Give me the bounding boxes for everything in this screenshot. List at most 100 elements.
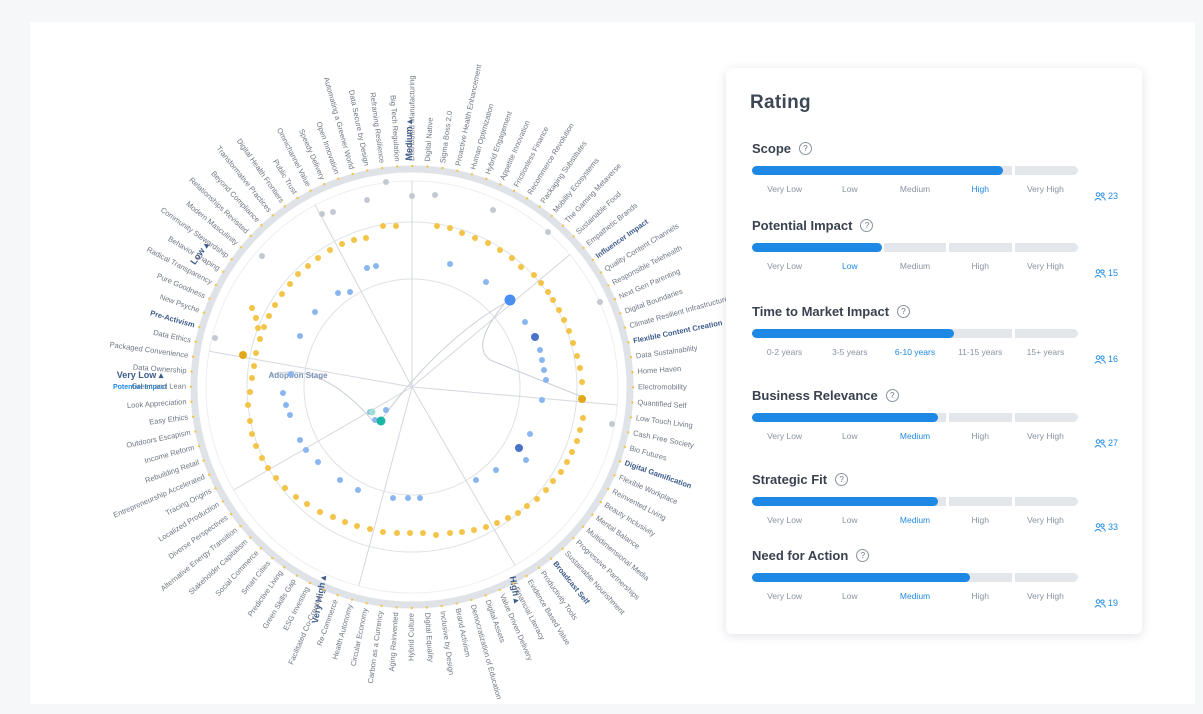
- trend-dot[interactable]: [434, 223, 440, 229]
- trend-dot[interactable]: [531, 272, 537, 278]
- trend-dot[interactable]: [247, 418, 253, 424]
- trend-dot[interactable]: [534, 496, 540, 502]
- trend-dot[interactable]: [380, 529, 386, 535]
- trend-dot[interactable]: [265, 465, 271, 471]
- trend-dot[interactable]: [212, 335, 218, 341]
- scale-label[interactable]: High: [948, 431, 1013, 441]
- scale-label[interactable]: Medium: [882, 184, 947, 194]
- help-icon[interactable]: ?: [897, 304, 911, 318]
- trend-dot[interactable]: [288, 371, 294, 377]
- scale-label[interactable]: 15+ years: [1013, 347, 1078, 357]
- trend-dot-highlight[interactable]: [531, 333, 539, 341]
- vote-count[interactable]: 33: [1094, 522, 1118, 532]
- trend-dot[interactable]: [330, 514, 336, 520]
- trend-dot[interactable]: [543, 377, 549, 383]
- trend-dot[interactable]: [373, 263, 379, 269]
- trend-dot[interactable]: [539, 397, 545, 403]
- trend-label[interactable]: Sigma Boss 2.0: [438, 110, 454, 163]
- trend-dot[interactable]: [303, 447, 309, 453]
- trend-dot[interactable]: [577, 365, 583, 371]
- trend-dot[interactable]: [459, 230, 465, 236]
- trend-dot[interactable]: [355, 487, 361, 493]
- trend-label[interactable]: Inclusive by Design: [438, 610, 456, 675]
- trend-label[interactable]: Carbon as a Currency: [366, 610, 385, 684]
- trend-label[interactable]: Home Haven: [637, 364, 681, 376]
- trend-dot[interactable]: [272, 302, 278, 308]
- trend-dot[interactable]: [538, 280, 544, 286]
- trend-label[interactable]: Quantified Self: [637, 398, 688, 410]
- trend-dot[interactable]: [363, 235, 369, 241]
- scale-label[interactable]: 0-2 years: [752, 347, 817, 357]
- trend-label[interactable]: Hybrid Culture: [407, 613, 416, 661]
- trend-dot[interactable]: [330, 209, 336, 215]
- trend-label[interactable]: Easy Ethics: [149, 412, 189, 426]
- trend-dot[interactable]: [297, 333, 303, 339]
- trend-dot[interactable]: [493, 467, 499, 473]
- scale-label[interactable]: Low: [817, 515, 882, 525]
- scale-label[interactable]: Medium: [882, 591, 947, 601]
- trend-dot[interactable]: [550, 478, 556, 484]
- trend-dot[interactable]: [317, 509, 323, 515]
- trend-dot[interactable]: [383, 407, 389, 413]
- scale-label[interactable]: 3-5 years: [817, 347, 882, 357]
- trend-dot[interactable]: [293, 494, 299, 500]
- trend-dot[interactable]: [574, 353, 580, 359]
- vote-count[interactable]: 19: [1094, 598, 1118, 608]
- trend-label[interactable]: Big Tech Regulation: [388, 95, 401, 162]
- scale-label[interactable]: Medium: [882, 431, 947, 441]
- trend-label[interactable]: Brand Activism: [454, 607, 473, 657]
- trend-label[interactable]: Low Touch Living: [635, 413, 693, 430]
- trend-dot[interactable]: [394, 530, 400, 536]
- scale-label[interactable]: Very Low: [752, 431, 817, 441]
- trend-dot[interactable]: [249, 431, 255, 437]
- trend-dot[interactable]: [409, 193, 415, 199]
- trend-dot[interactable]: [561, 317, 567, 323]
- trend-dot[interactable]: [295, 271, 301, 277]
- help-icon[interactable]: ?: [860, 218, 874, 232]
- trend-dot[interactable]: [523, 457, 529, 463]
- trend-label[interactable]: Distributed Manufacturing: [407, 75, 416, 160]
- trend-dot[interactable]: [364, 197, 370, 203]
- trend-label[interactable]: Green and Lean: [132, 382, 186, 391]
- trend-dot[interactable]: [545, 229, 551, 235]
- vote-count[interactable]: 23: [1094, 191, 1118, 201]
- trend-dot[interactable]: [261, 324, 267, 330]
- help-icon[interactable]: ?: [856, 548, 870, 562]
- scale-label[interactable]: Very High: [1013, 515, 1078, 525]
- trend-dot[interactable]: [312, 309, 318, 315]
- scale-label[interactable]: Very Low: [752, 515, 817, 525]
- trend-dot[interactable]: [473, 477, 479, 483]
- trend-dot[interactable]: [566, 328, 572, 334]
- trend-dot[interactable]: [574, 438, 580, 444]
- trend-label[interactable]: Data Sustainability: [635, 343, 698, 360]
- trend-dot[interactable]: [259, 253, 265, 259]
- trend-dot[interactable]: [335, 290, 341, 296]
- help-icon[interactable]: ?: [799, 141, 813, 155]
- trend-dot[interactable]: [255, 325, 261, 331]
- trend-dot[interactable]: [351, 237, 357, 243]
- trend-dot[interactable]: [347, 289, 353, 295]
- scale-label[interactable]: Very High: [1013, 431, 1078, 441]
- trend-dot[interactable]: [471, 527, 477, 533]
- trend-dot[interactable]: [251, 363, 257, 369]
- trend-label[interactable]: Digital Native: [423, 117, 435, 162]
- trend-dot[interactable]: [266, 313, 272, 319]
- trend-dot[interactable]: [339, 241, 345, 247]
- scale-label[interactable]: Very Low: [752, 591, 817, 601]
- trend-label[interactable]: Data Ethics: [152, 328, 192, 345]
- trend-label[interactable]: Bio Futures: [628, 443, 668, 462]
- scale-label[interactable]: Medium: [882, 515, 947, 525]
- trend-dot-highlight[interactable]: [239, 351, 247, 359]
- help-icon[interactable]: ?: [835, 472, 849, 486]
- trend-dot[interactable]: [537, 347, 543, 353]
- trend-dot[interactable]: [253, 350, 259, 356]
- trend-dot[interactable]: [522, 319, 528, 325]
- trend-dot[interactable]: [447, 530, 453, 536]
- trend-dot[interactable]: [297, 437, 303, 443]
- trend-dot[interactable]: [483, 524, 489, 530]
- scale-label[interactable]: High: [948, 261, 1013, 271]
- trend-dot[interactable]: [558, 469, 564, 475]
- trend-dot[interactable]: [319, 211, 325, 217]
- trend-dot[interactable]: [273, 475, 279, 481]
- trend-dot[interactable]: [315, 459, 321, 465]
